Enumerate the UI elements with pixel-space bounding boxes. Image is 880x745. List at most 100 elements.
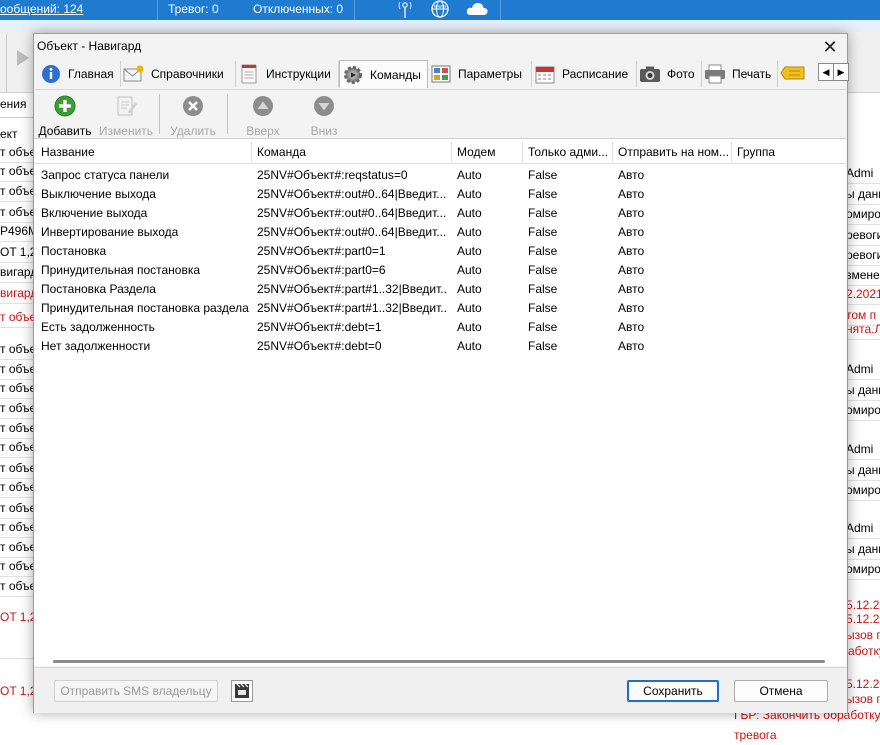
tag-icon[interactable] <box>780 63 806 86</box>
cell-admin-only: False <box>528 244 558 258</box>
cell-name: Выключение выхода <box>41 187 156 201</box>
bg-table-row: Admi <box>846 360 880 380</box>
arrow-down-icon <box>313 95 335 117</box>
table-row[interactable]: Нет задолженности 25NV#Объект#:debt=0 Auto… <box>34 337 846 356</box>
bg-table-row: Admi <box>846 164 880 184</box>
cancel-button[interactable]: Отмена <box>734 680 828 702</box>
bg-table-row: т объе <box>0 419 34 439</box>
tab-commands-label: Команды <box>370 67 421 82</box>
camera-icon <box>639 63 661 85</box>
tab-main[interactable]: Главная <box>38 61 121 87</box>
tab-directories[interactable]: Справочники <box>121 61 236 87</box>
bg-table-row: т объе <box>0 203 34 223</box>
tab-print-label: Печать <box>732 67 772 81</box>
tab-scroll-left-button[interactable]: ◀ <box>818 63 834 81</box>
delete-button[interactable]: Удалить <box>165 95 221 139</box>
cell-name: Постановка <box>41 244 107 258</box>
cloud-icon <box>465 1 489 20</box>
cell-send-to-number: Авто <box>618 225 645 239</box>
table-row[interactable]: Принудительная постановка раздела 25NV#Об… <box>34 299 846 318</box>
bg-table-row: т объе <box>0 379 34 399</box>
delete-icon <box>182 95 204 117</box>
cell-name: Включение выхода <box>41 206 148 220</box>
table-row[interactable]: Запрос статуса панели 25NV#Объект#:reqsta… <box>34 166 846 185</box>
bg-table-row: Admi <box>846 440 880 460</box>
cell-command: 25NV#Объект#:out#0..64|Введит... <box>257 206 447 220</box>
cell-command: 25NV#Объект#:out#0..64|Введит... <box>257 187 447 201</box>
col-modem-header[interactable]: Модем <box>457 145 519 159</box>
gear-icon <box>342 64 364 86</box>
tab-strip: Главная Справочники Инструкции Команды П… <box>38 60 849 88</box>
table-row[interactable]: Выключение выхода 25NV#Объект#:out#0..64|… <box>34 185 846 204</box>
cell-command: 25NV#Объект#:part0=1 <box>257 244 386 258</box>
table-row[interactable]: Постановка 25NV#Объект#:part0=1 Auto False А… <box>34 242 846 261</box>
bg-table-row: т объе <box>0 162 34 182</box>
cell-modem: Auto <box>457 339 482 353</box>
table-row[interactable]: Принудительная постановка 25NV#Объект#:pa… <box>34 261 846 280</box>
col-send-to-number-header[interactable]: Отправить на ном... <box>618 145 730 159</box>
tab-print[interactable]: Печать <box>702 61 778 87</box>
table-row[interactable]: Постановка Раздела 25NV#Объект#:part#1..3… <box>34 280 846 299</box>
bg-table-row: т объе <box>0 143 34 163</box>
save-button[interactable]: Сохранить <box>627 680 719 702</box>
main-status-bar: ообщений: 124 Тревог: 0 Отключенных: 0 w… <box>0 0 880 20</box>
tab-parameters[interactable]: Параметры <box>428 61 532 87</box>
col-group-header[interactable]: Группа <box>737 145 837 159</box>
edit-icon <box>115 95 137 117</box>
table-row[interactable]: Есть задолженность 25NV#Объект#:debt=1 Aut… <box>34 318 846 337</box>
col-admin-only-header[interactable]: Только адми... <box>528 145 612 159</box>
cell-modem: Auto <box>457 206 482 220</box>
table-row[interactable]: Инвертирование выхода 25NV#Объект#:out#0.… <box>34 223 846 242</box>
cell-modem: Auto <box>457 244 482 258</box>
tab-photo-label: Фото <box>667 67 695 81</box>
move-down-label: Вниз <box>310 124 338 138</box>
cell-send-to-number: Авто <box>618 168 645 182</box>
commands-toolbar: Добавить Изменить Удалить Вверх Вниз <box>35 89 846 139</box>
horizontal-scrollbar[interactable] <box>53 660 825 663</box>
clapperboard-button[interactable] <box>231 680 253 702</box>
edit-button[interactable]: Изменить <box>97 95 155 139</box>
cell-modem: Auto <box>457 282 482 296</box>
bg-table-row: т объе <box>0 308 34 328</box>
cell-command: 25NV#Объект#:debt=1 <box>257 320 382 334</box>
add-button[interactable]: Добавить <box>37 95 93 139</box>
printer-icon <box>704 63 726 85</box>
cell-command: 25NV#Объект#:debt=0 <box>257 339 382 353</box>
delete-label: Удалить <box>170 124 216 138</box>
cell-admin-only: False <box>528 206 558 220</box>
tab-schedule-label: Расписание <box>562 67 629 81</box>
envelope-icon <box>123 63 145 85</box>
move-up-button[interactable]: Вверх <box>239 95 287 139</box>
bg-table-row: омиро <box>846 560 880 580</box>
bg-table-row: т объе <box>0 182 34 202</box>
col-command-header[interactable]: Команда <box>257 145 447 159</box>
messages-count-link[interactable]: ообщений: 124 <box>0 2 83 16</box>
bg-table-row: ы данн <box>846 461 880 481</box>
tab-instructions[interactable]: Инструкции <box>236 61 339 87</box>
bg-table-row: т объе <box>0 518 34 538</box>
cell-admin-only: False <box>528 320 558 334</box>
tab-schedule[interactable]: Расписание <box>532 61 637 87</box>
cell-modem: Auto <box>457 187 482 201</box>
bg-column-header: ения <box>0 97 27 111</box>
bg-table-row: ы данн <box>846 540 880 560</box>
cell-admin-only: False <box>528 168 558 182</box>
dialog-footer: Отправить SMS владельцу Сохранить Отмена <box>34 667 847 713</box>
table-row[interactable]: Включение выхода 25NV#Объект#:out#0..64|В… <box>34 204 846 223</box>
cell-name: Постановка Раздела <box>41 282 156 296</box>
play-icon[interactable] <box>17 50 29 66</box>
bg-table-row: P496M <box>0 222 34 242</box>
www-globe-icon: www <box>428 0 452 21</box>
move-down-button[interactable]: Вниз <box>300 95 348 139</box>
tab-scroll-right-button[interactable]: ▶ <box>833 63 849 81</box>
send-sms-owner-button[interactable]: Отправить SMS владельцу <box>54 680 218 702</box>
add-label: Добавить <box>38 124 92 138</box>
col-name-header[interactable]: Название <box>41 145 246 159</box>
cell-name: Есть задолженность <box>41 320 155 334</box>
bg-table-row: т объе <box>0 478 34 498</box>
tab-photo[interactable]: Фото <box>637 61 702 87</box>
tab-commands[interactable]: Команды <box>339 60 428 88</box>
calendar-icon <box>534 63 556 85</box>
close-button[interactable]: ✕ <box>819 36 841 58</box>
info-icon <box>40 63 62 85</box>
